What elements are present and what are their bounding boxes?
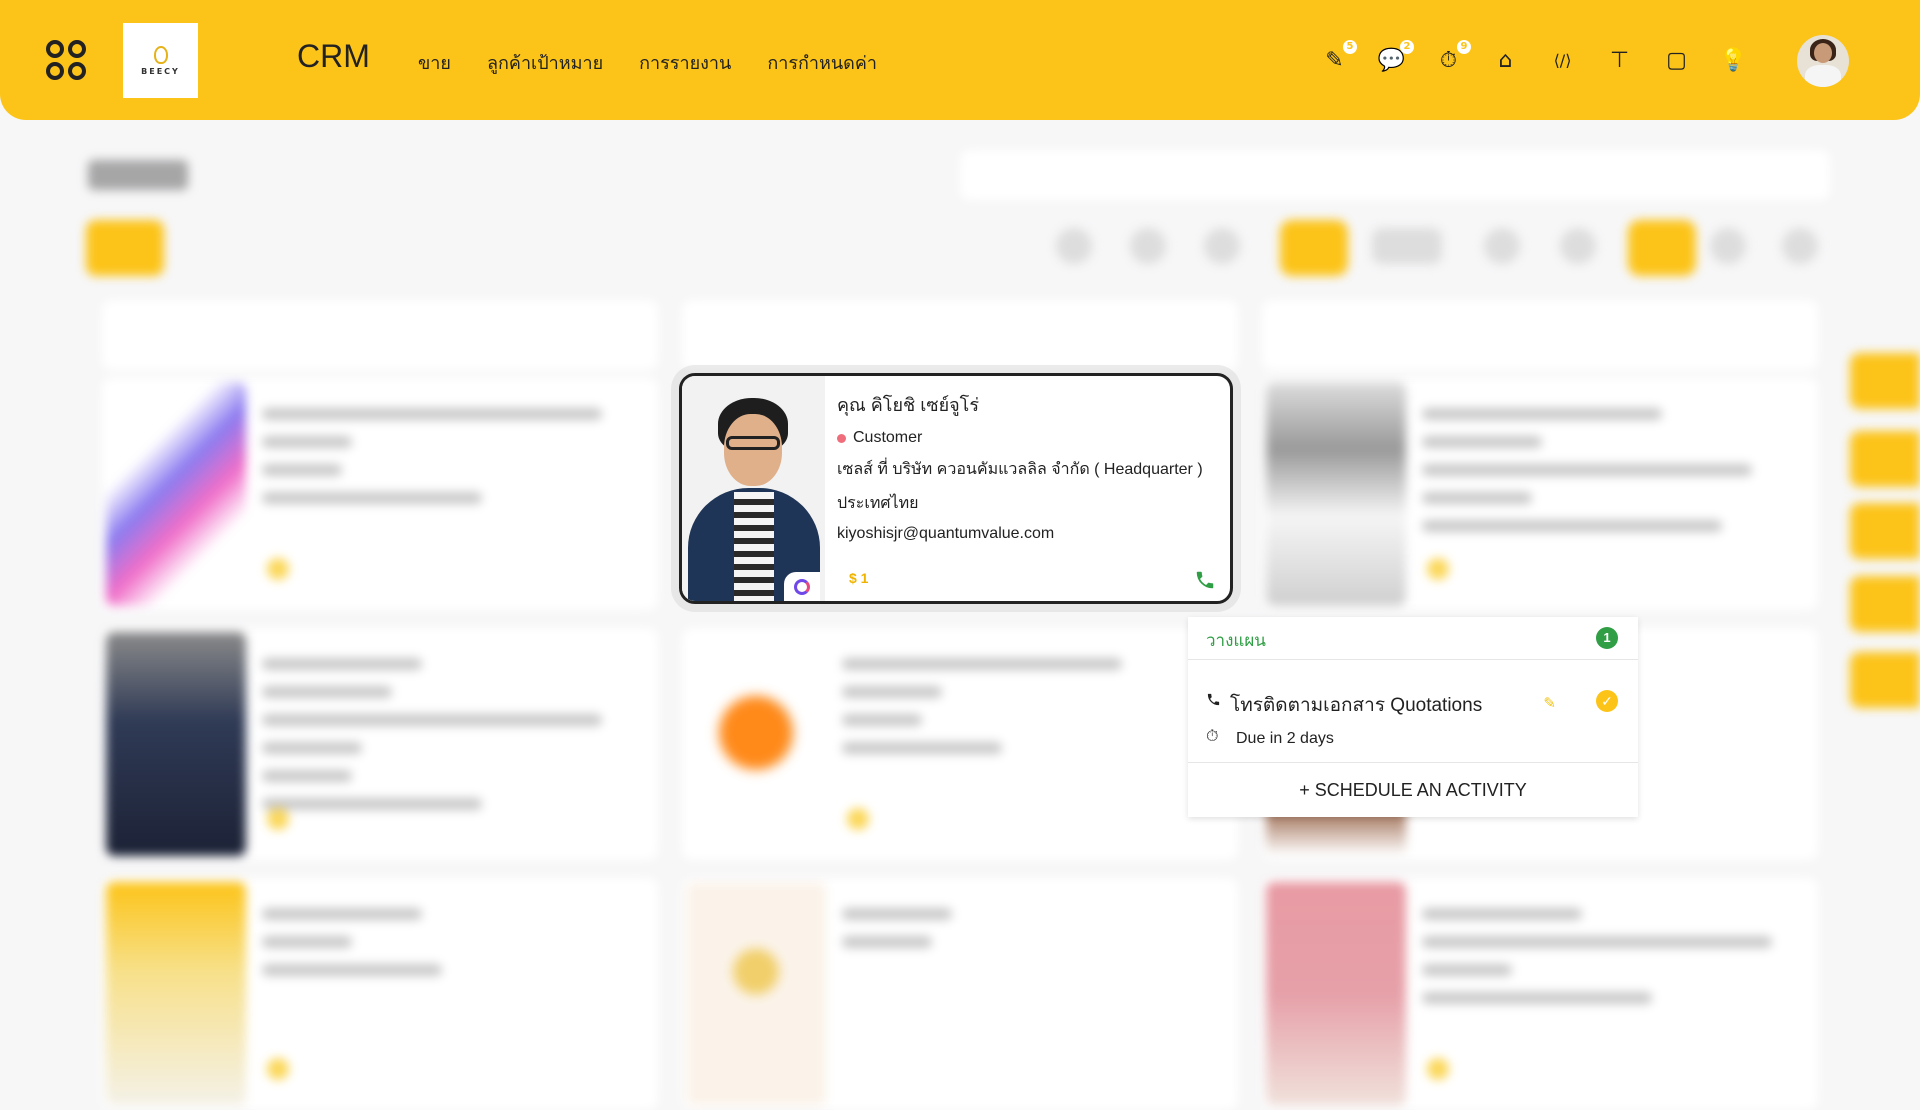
main-menu: ขาย ลูกค้าเป้าหมาย การรายงาน การกำหนดค่า bbox=[418, 48, 877, 77]
activity-due: Due in 2 days bbox=[1236, 730, 1334, 747]
page-title-placeholder bbox=[88, 160, 188, 190]
activity-item[interactable]: โทรติดตามเอกสาร Quotations ✎ ✓ ⏱ Due in … bbox=[1188, 660, 1638, 763]
status-label: Customer bbox=[853, 429, 923, 446]
contact-country: ประเทศไทย bbox=[837, 495, 919, 512]
sticky-note-icon[interactable]: ▢ bbox=[1660, 44, 1693, 77]
kanban-card bbox=[102, 628, 658, 860]
kanban-card bbox=[102, 300, 658, 370]
company-logo-icon bbox=[784, 572, 820, 601]
contact-card[interactable]: คุณ คิโยชิ เซย์จูโร่ Customer เซลส์ ที่ … bbox=[679, 373, 1233, 604]
menu-sales[interactable]: ขาย bbox=[418, 48, 451, 77]
activity-popover: วางแผน 1 โทรติดตามเอกสาร Quotations ✎ ✓ … bbox=[1188, 617, 1638, 817]
kanban-card bbox=[1262, 878, 1818, 1110]
check-circle-icon[interactable]: ✓ bbox=[1596, 690, 1618, 712]
contact-company: เซลส์ ที่ บริษัท ควอนคัมแวลลิล จำกัด ( H… bbox=[837, 461, 1203, 478]
menu-leads[interactable]: ลูกค้าเป้าหมาย bbox=[487, 48, 603, 77]
lightbulb-icon[interactable]: 💡 bbox=[1717, 44, 1750, 77]
kanban-card bbox=[102, 878, 658, 1110]
phone-icon bbox=[1206, 692, 1221, 712]
code-icon[interactable]: ⟨/⟩ bbox=[1546, 44, 1579, 77]
phone-icon[interactable] bbox=[1194, 569, 1216, 591]
new-button bbox=[86, 220, 164, 276]
logo-text: BEECY bbox=[141, 66, 180, 76]
kanban-card bbox=[682, 878, 1238, 1110]
planned-title: วางแผน bbox=[1206, 631, 1266, 650]
top-navbar: BEECY CRM ขาย ลูกค้าเป้าหมาย การรายงาน ก… bbox=[0, 0, 1920, 120]
app-menu-icon[interactable] bbox=[46, 40, 90, 84]
edit-note-badge: 5 bbox=[1343, 40, 1357, 54]
chat-badge: 2 bbox=[1400, 40, 1414, 54]
contact-status: Customer bbox=[837, 429, 1203, 447]
status-dot-icon bbox=[837, 433, 846, 443]
kanban-card bbox=[682, 628, 1238, 860]
search-bar bbox=[960, 150, 1830, 200]
building-icon[interactable]: ⌂ bbox=[1489, 44, 1522, 77]
contact-photo bbox=[682, 376, 825, 601]
app-title[interactable]: CRM bbox=[297, 38, 370, 75]
kanban-card bbox=[1262, 300, 1818, 370]
kanban-card bbox=[682, 300, 1238, 370]
stopwatch-icon: ⏱ bbox=[1206, 728, 1219, 745]
planned-count-badge: 1 bbox=[1596, 627, 1618, 649]
chat-icon[interactable]: 💬 2 bbox=[1375, 40, 1414, 77]
menu-configuration[interactable]: การกำหนดค่า bbox=[767, 48, 877, 77]
kanban-card bbox=[102, 378, 658, 610]
company-logo[interactable]: BEECY bbox=[123, 23, 198, 98]
paint-roller-icon[interactable]: ⊤ bbox=[1603, 44, 1636, 77]
timer-badge: 9 bbox=[1457, 40, 1471, 54]
contact-name: คุณ คิโยชิ เซย์จูโร่ bbox=[837, 395, 980, 415]
menu-reporting[interactable]: การรายงาน bbox=[639, 48, 731, 77]
schedule-activity-button[interactable]: + SCHEDULE AN ACTIVITY bbox=[1188, 763, 1638, 817]
kanban-card bbox=[1262, 378, 1818, 610]
pencil-icon[interactable]: ✎ bbox=[1543, 694, 1556, 712]
opportunities-count[interactable]: $ 1 bbox=[849, 570, 868, 586]
contact-email: kiyoshisjr@quantumvalue.com bbox=[837, 525, 1055, 542]
edit-note-icon[interactable]: ✎ 5 bbox=[1318, 40, 1357, 77]
systray: ✎ 5 💬 2 ⏱ 9 ⌂ ⟨/⟩ ⊤ ▢ 💡 bbox=[1318, 40, 1750, 77]
popover-header: วางแผน 1 bbox=[1188, 617, 1638, 660]
activity-title: โทรติดตามเอกสาร Quotations bbox=[1230, 695, 1483, 716]
user-avatar[interactable] bbox=[1797, 35, 1849, 87]
timer-icon[interactable]: ⏱ 9 bbox=[1432, 40, 1471, 77]
